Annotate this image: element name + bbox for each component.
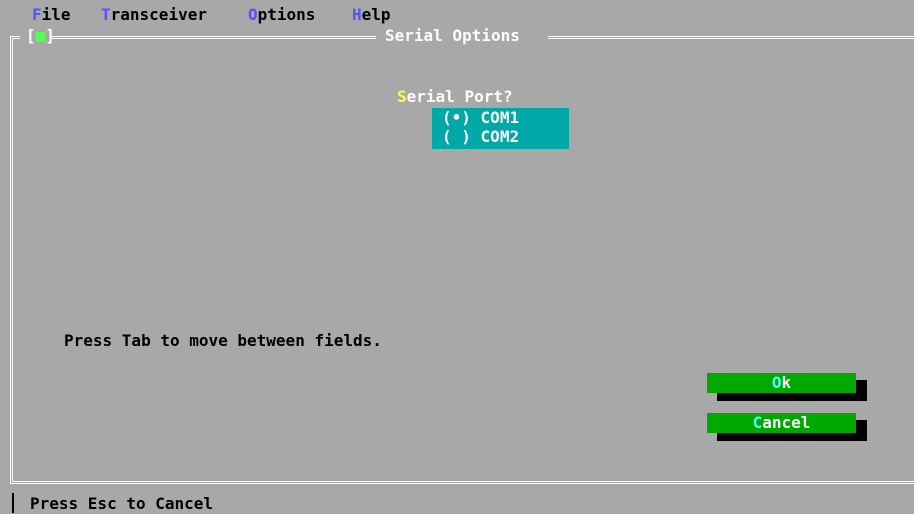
menu-transceiver-hotkey: T — [101, 5, 111, 24]
menu-transceiver-label: ransceiver — [110, 5, 207, 24]
cancel-button-hotkey: C — [752, 413, 763, 432]
menu-help-label: elp — [361, 5, 391, 24]
status-bar-divider — [12, 493, 14, 513]
serial-port-label-text: erial Port? — [406, 87, 513, 106]
radio-com2[interactable]: ( ) COM2 — [442, 129, 519, 145]
radio-com1-label: COM1 — [480, 108, 520, 127]
menu-help[interactable]: Help — [352, 7, 391, 23]
menu-options[interactable]: Options — [248, 7, 315, 23]
ok-button[interactable]: Ok — [707, 373, 856, 393]
menu-bar: File Transceiver Options Help — [0, 0, 914, 24]
ok-button-label: k — [781, 373, 792, 392]
close-icon: ■ — [35, 26, 46, 45]
serial-port-label: Serial Port? — [397, 89, 513, 105]
close-box[interactable]: [■] — [26, 28, 55, 44]
serial-port-label-hotkey: S — [397, 87, 407, 106]
menu-file[interactable]: File — [32, 7, 71, 23]
cancel-button[interactable]: Cancel — [707, 413, 856, 433]
menu-file-hotkey: F — [32, 5, 42, 24]
menu-options-hotkey: O — [248, 5, 258, 24]
menu-help-hotkey: H — [352, 5, 362, 24]
hint-text: Press Tab to move between fields. — [64, 331, 382, 350]
radio-com2-label: COM2 — [480, 127, 520, 146]
cancel-button-label: ancel — [762, 413, 811, 432]
menu-transceiver[interactable]: Transceiver — [101, 7, 207, 23]
close-box-right: ] — [45, 26, 55, 45]
close-box-left: [ — [26, 26, 36, 45]
menu-options-label: ptions — [257, 5, 316, 24]
menu-file-label: ile — [41, 5, 71, 24]
radio-com1[interactable]: (•) COM1 — [442, 110, 519, 126]
ok-button-hotkey: O — [771, 373, 782, 392]
dialog-title: Serial Options — [385, 26, 520, 45]
status-text: Press Esc to Cancel — [30, 494, 214, 513]
radio-com1-marker: (•) — [442, 108, 471, 127]
serial-port-radio-group[interactable]: (•) COM1 ( ) COM2 — [432, 108, 569, 149]
radio-com2-marker: ( ) — [442, 127, 471, 146]
